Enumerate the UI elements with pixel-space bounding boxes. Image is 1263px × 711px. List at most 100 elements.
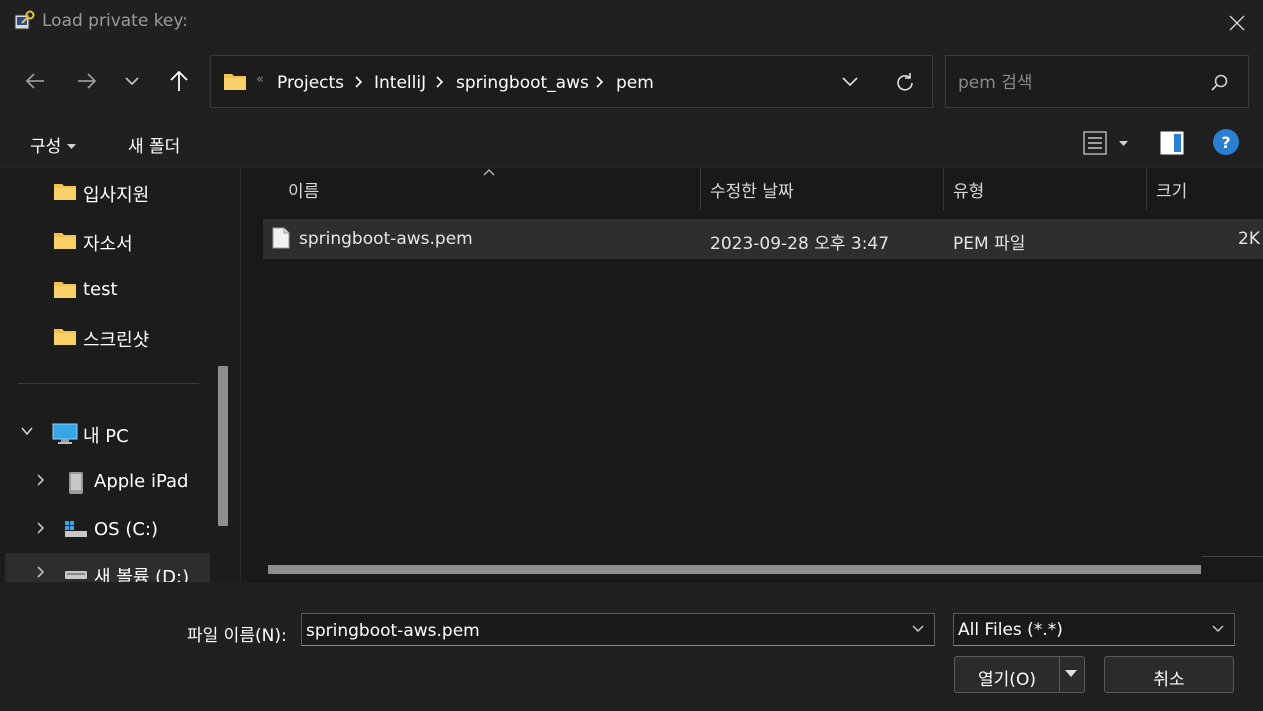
navigation-bar: « Projects IntelliJ springboot_aws pem [0, 44, 1263, 120]
search-box[interactable] [945, 55, 1249, 108]
drive-icon [65, 521, 87, 537]
filename-input[interactable] [306, 620, 896, 642]
sidebar-divider [18, 383, 199, 384]
folder-icon [54, 233, 76, 249]
chevron-right-icon[interactable] [35, 473, 47, 487]
filetype-value: All Files (*.*) [958, 620, 1063, 640]
folder-icon [54, 184, 76, 200]
address-history-button[interactable] [837, 70, 863, 94]
column-header-size[interactable]: 크기 [1147, 168, 1263, 210]
scrollbar-corner [1202, 556, 1263, 582]
chevron-right-icon[interactable] [354, 75, 364, 89]
sidebar-item-apple-ipad[interactable]: Apple iPad [5, 461, 210, 501]
arrow-right-icon [78, 73, 97, 89]
preview-pane-button[interactable] [1158, 128, 1186, 158]
preview-pane-icon [1160, 131, 1184, 155]
chevron-down-icon [125, 77, 139, 86]
sidebar-item-label: 새 볼륨 (D:) [94, 567, 190, 582]
breadcrumb-springboot-aws[interactable]: springboot_aws [456, 73, 589, 93]
new-folder-button[interactable]: 새 폴더 [128, 132, 180, 157]
sidebar-item-label: Apple iPad [94, 471, 189, 492]
file-name: springboot-aws.pem [299, 229, 473, 249]
organize-label: 구성 [30, 137, 62, 157]
sidebar-scrollbar[interactable] [218, 366, 228, 526]
sidebar-item-volume-d[interactable]: 새 볼륨 (D:) [5, 553, 210, 582]
filetype-dropdown[interactable]: All Files (*.*) [953, 613, 1235, 646]
file-size: 2K [1238, 229, 1260, 249]
split-divider [1059, 657, 1060, 692]
close-icon [1229, 15, 1245, 31]
sidebar-item-label: 내 PC [83, 426, 129, 447]
sidebar-item-스크린샷[interactable]: 스크린샷 [5, 316, 210, 356]
column-header-name[interactable]: 이름 [241, 168, 700, 210]
close-button[interactable] [1220, 6, 1254, 40]
filename-label: 파일 이름(N): [187, 626, 287, 646]
breadcrumb-overflow[interactable]: « [256, 72, 264, 87]
command-toolbar: 구성 새 폴더 ? [0, 120, 1263, 167]
folder-icon [54, 282, 76, 298]
up-button[interactable] [162, 64, 196, 98]
dialog-footer: 파일 이름(N): All Files (*.*) 열기(O) 취소 [0, 582, 1263, 711]
sidebar-item-label: test [83, 279, 118, 300]
file-type: PEM 파일 [953, 234, 1026, 254]
sidebar-item-this-pc[interactable]: 내 PC [5, 412, 210, 452]
file-row[interactable]: springboot-aws.pem 2023-09-28 오후 3:47 PE… [263, 219, 1263, 259]
refresh-icon [897, 73, 913, 91]
file-modified: 2023-09-28 오후 3:47 [710, 234, 890, 254]
chevron-down-icon[interactable] [20, 424, 34, 438]
file-icon [272, 227, 290, 249]
horizontal-scrollbar[interactable] [268, 565, 1201, 574]
chevron-down-icon[interactable] [910, 620, 926, 636]
breadcrumb-pem[interactable]: pem [616, 73, 654, 93]
chevron-right-icon[interactable] [595, 75, 605, 89]
sidebar-item-label: 입사지원 [83, 185, 150, 206]
organize-menu-button[interactable]: 구성 [30, 132, 77, 157]
sidebar-item-test[interactable]: test [5, 269, 210, 309]
folder-icon [54, 329, 76, 345]
breadcrumb-intellij[interactable]: IntelliJ [374, 73, 426, 93]
window-title: Load private key: [42, 11, 188, 31]
title-bar: Load private key: [0, 0, 1263, 44]
sidebar-item-label: 스크린샷 [83, 330, 150, 351]
sidebar-item-os-c[interactable]: OS (C:) [5, 509, 210, 549]
key-app-icon [14, 10, 36, 32]
chevron-right-icon[interactable] [35, 565, 47, 579]
column-header-label: 크기 [1156, 182, 1188, 202]
folder-icon [224, 74, 246, 90]
chevron-right-icon[interactable] [435, 75, 445, 89]
arrow-up-icon [170, 70, 188, 91]
forward-button[interactable] [70, 64, 104, 98]
file-list: 이름 수정한 날짜 유형 크기 springboot-aws.pem 2023-… [241, 168, 1263, 582]
caret-down-icon [67, 144, 77, 149]
column-header-type[interactable]: 유형 [944, 168, 1146, 210]
recent-locations-button[interactable] [115, 64, 149, 98]
column-header-label: 유형 [953, 182, 985, 202]
column-header-modified[interactable]: 수정한 날짜 [701, 168, 943, 210]
pane-splitter[interactable] [232, 168, 241, 582]
navigation-pane: 입사지원 자소서 test 스크린샷 내 PC Apple iPad OS (C… [0, 168, 232, 582]
help-button[interactable]: ? [1213, 129, 1239, 155]
ipad-icon [69, 472, 83, 494]
view-options-button[interactable] [1082, 128, 1136, 158]
address-bar[interactable]: « Projects IntelliJ springboot_aws pem [210, 55, 933, 108]
sidebar-item-입사지원[interactable]: 입사지원 [5, 171, 210, 211]
sidebar-item-label: OS (C:) [94, 519, 158, 540]
cancel-button[interactable]: 취소 [1104, 656, 1234, 693]
search-input[interactable] [958, 72, 1198, 94]
chevron-down-icon [1212, 625, 1224, 632]
filename-combobox[interactable] [301, 613, 935, 646]
search-icon[interactable] [1209, 73, 1229, 93]
back-button[interactable] [18, 64, 52, 98]
open-button[interactable]: 열기(O) [955, 665, 1059, 690]
column-header-label: 수정한 날짜 [710, 182, 794, 202]
chevron-down-icon [842, 77, 858, 87]
details-view-icon [1083, 131, 1128, 155]
refresh-button[interactable] [891, 69, 919, 97]
chevron-right-icon[interactable] [35, 521, 47, 535]
drive-icon [65, 571, 87, 579]
sidebar-item-label: 자소서 [83, 234, 133, 255]
open-split-button: 열기(O) [954, 656, 1085, 693]
sidebar-item-자소서[interactable]: 자소서 [5, 220, 210, 260]
breadcrumb-projects[interactable]: Projects [277, 73, 344, 93]
caret-down-icon[interactable] [1063, 667, 1079, 681]
